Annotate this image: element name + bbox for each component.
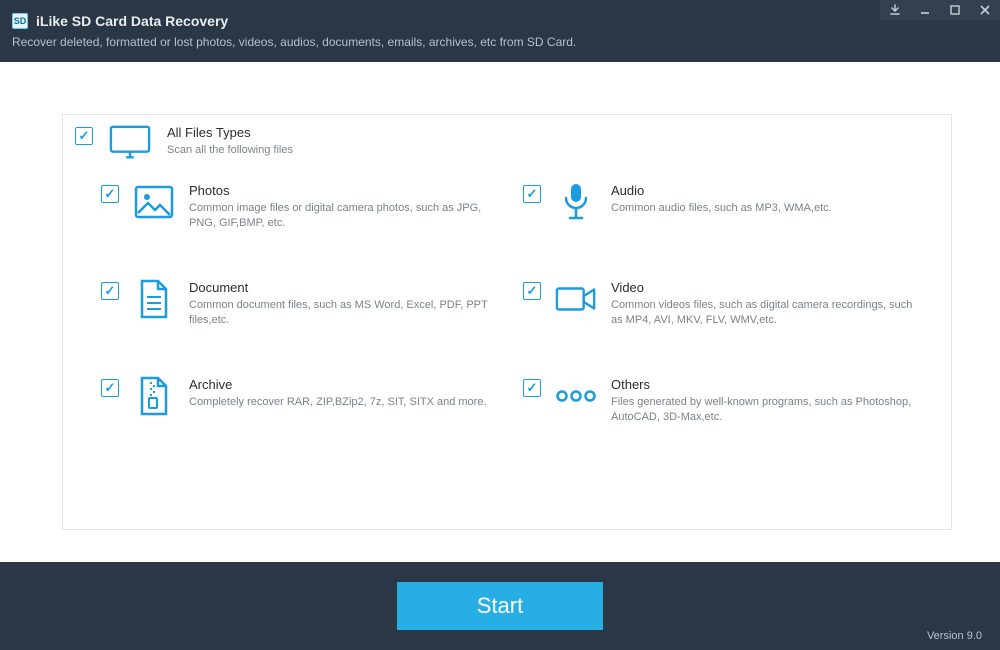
photo-icon	[133, 183, 175, 221]
window-controls	[880, 0, 1000, 62]
category-photos[interactable]: ✓ Photos Common image files or digital c…	[101, 183, 499, 232]
checkbox-photos[interactable]: ✓	[101, 185, 119, 203]
maximize-icon	[949, 4, 961, 16]
bottom-bar: Start Version 9.0	[0, 562, 1000, 650]
document-icon	[133, 280, 175, 318]
category-audio[interactable]: ✓ Audio Common audio files, such as MP3,…	[523, 183, 921, 232]
checkbox-document[interactable]: ✓	[101, 282, 119, 300]
checkbox-audio[interactable]: ✓	[523, 185, 541, 203]
title-bar[interactable]: SD iLike SD Card Data Recovery Recover d…	[0, 0, 1000, 62]
category-document[interactable]: ✓ Document Common document files, such a…	[101, 280, 499, 329]
category-desc: Common document files, such as MS Word, …	[189, 298, 499, 329]
archive-icon	[133, 377, 175, 415]
category-archive[interactable]: ✓ Archive Completely recover RAR, ZIP,BZ…	[101, 377, 499, 426]
others-icon	[555, 377, 597, 415]
category-desc: Completely recover RAR, ZIP,BZip2, 7z, S…	[189, 395, 499, 410]
video-icon	[555, 280, 597, 318]
category-title: Others	[611, 377, 921, 392]
category-title: Photos	[189, 183, 499, 198]
all-files-row[interactable]: ✓ All Files Types Scan all the following…	[63, 115, 951, 169]
category-title: Video	[611, 280, 921, 295]
start-button[interactable]: Start	[397, 582, 603, 630]
version-label: Version 9.0	[927, 630, 982, 642]
all-files-desc: Scan all the following files	[167, 143, 507, 158]
monitor-icon	[109, 125, 151, 163]
close-button[interactable]	[970, 0, 1000, 20]
checkbox-others[interactable]: ✓	[523, 379, 541, 397]
category-panel: ✓ All Files Types Scan all the following…	[62, 114, 952, 530]
category-others[interactable]: ✓ Others Files generated by well-known p…	[523, 377, 921, 426]
category-video[interactable]: ✓ Video Common videos files, such as dig…	[523, 280, 921, 329]
app-subtitle: Recover deleted, formatted or lost photo…	[12, 35, 576, 49]
download-button[interactable]	[880, 0, 910, 20]
close-icon	[979, 4, 991, 16]
minimize-icon	[919, 4, 931, 16]
checkbox-all[interactable]: ✓	[75, 127, 93, 145]
category-desc: Common videos files, such as digital cam…	[611, 298, 921, 329]
all-files-title: All Files Types	[167, 125, 939, 140]
content-area: ✓ All Files Types Scan all the following…	[0, 62, 1000, 562]
category-title: Audio	[611, 183, 921, 198]
minimize-button[interactable]	[910, 0, 940, 20]
checkbox-archive[interactable]: ✓	[101, 379, 119, 397]
checkbox-video[interactable]: ✓	[523, 282, 541, 300]
category-desc: Files generated by well-known programs, …	[611, 395, 921, 426]
app-icon: SD	[12, 13, 28, 29]
maximize-button[interactable]	[940, 0, 970, 20]
microphone-icon	[555, 183, 597, 221]
category-desc: Common audio files, such as MP3, WMA,etc…	[611, 201, 921, 216]
app-title: iLike SD Card Data Recovery	[36, 13, 228, 29]
category-desc: Common image files or digital camera pho…	[189, 201, 499, 232]
download-icon	[889, 4, 901, 16]
category-title: Document	[189, 280, 499, 295]
category-title: Archive	[189, 377, 499, 392]
